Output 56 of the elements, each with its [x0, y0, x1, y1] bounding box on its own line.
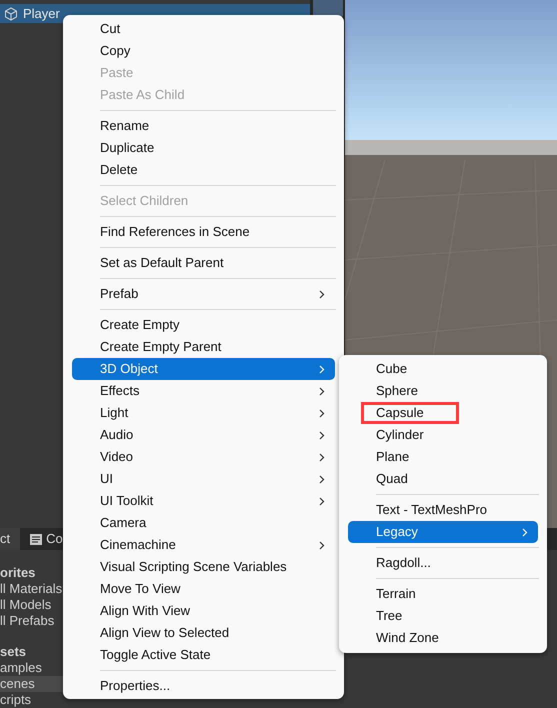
menu-item[interactable]: Set as Default Parent [72, 252, 335, 274]
menu-item[interactable]: Camera [72, 512, 335, 534]
cube-icon [4, 6, 18, 20]
chevron-right-icon [319, 290, 325, 299]
chevron-right-icon [319, 497, 325, 506]
menu-item[interactable]: Light [72, 402, 335, 424]
folder-item[interactable]: ll Materials [0, 581, 63, 597]
folder-item[interactable]: amples [0, 660, 63, 676]
menu-item[interactable]: Text - TextMeshPro [348, 499, 538, 521]
menu-item[interactable]: Video [72, 446, 335, 468]
menu-item[interactable]: Align With View [72, 600, 335, 622]
chevron-right-icon [319, 431, 325, 440]
menu-item[interactable]: Move To View [72, 578, 335, 600]
menu-item[interactable]: Prefab [72, 283, 335, 305]
menu-item[interactable]: Rename [72, 115, 335, 137]
menu-item[interactable]: Quad [348, 468, 538, 490]
menu-item[interactable]: UI [72, 468, 335, 490]
menu-item[interactable]: Create Empty [72, 314, 335, 336]
panel-tab[interactable]: ct [0, 528, 20, 550]
console-icon [30, 534, 42, 544]
chevron-right-icon [319, 387, 325, 396]
menu-item[interactable]: Visual Scripting Scene Variables [72, 556, 335, 578]
folder-item[interactable]: ll Prefabs [0, 613, 63, 629]
menu-item[interactable]: Toggle Active State [72, 644, 335, 666]
menu-item[interactable]: UI Toolkit [72, 490, 335, 512]
menu-item[interactable]: Find References in Scene [72, 221, 335, 243]
section-header: orites [0, 565, 36, 581]
chevron-right-icon [319, 453, 325, 462]
menu-item[interactable]: Copy [72, 40, 335, 62]
chevron-right-icon [522, 528, 528, 537]
chevron-right-icon [319, 365, 325, 374]
section-header: sets [0, 644, 28, 660]
menu-item[interactable]: Sphere [348, 380, 538, 402]
menu-item[interactable]: Wind Zone [348, 627, 538, 649]
menu-item[interactable]: Legacy [348, 521, 538, 543]
chevron-right-icon [319, 409, 325, 418]
menu-item[interactable]: Plane [348, 446, 538, 468]
chevron-right-icon [319, 475, 325, 484]
menu-item[interactable]: Cube [348, 358, 538, 380]
menu-item[interactable]: Ragdoll... [348, 552, 538, 574]
menu-item[interactable]: Duplicate [72, 137, 335, 159]
menu-item[interactable]: Create Empty Parent [72, 336, 335, 358]
folder-item[interactable]: cenes [0, 676, 63, 692]
menu-item[interactable]: Terrain [348, 583, 538, 605]
menu-item[interactable]: 3D Object [72, 358, 335, 380]
menu-item[interactable]: Align View to Selected [72, 622, 335, 644]
menu-item[interactable]: Delete [72, 159, 335, 181]
chevron-right-icon [319, 541, 325, 550]
menu-item[interactable]: Tree [348, 605, 538, 627]
menu-item[interactable]: Cinemachine [72, 534, 335, 556]
menu-item[interactable]: Properties... [72, 675, 335, 697]
menu-item[interactable]: Effects [72, 380, 335, 402]
folder-item[interactable]: cripts [0, 692, 63, 708]
menu-item[interactable]: Cylinder [348, 424, 538, 446]
menu-item[interactable]: Audio [72, 424, 335, 446]
folder-item[interactable]: ll Models [0, 597, 63, 613]
